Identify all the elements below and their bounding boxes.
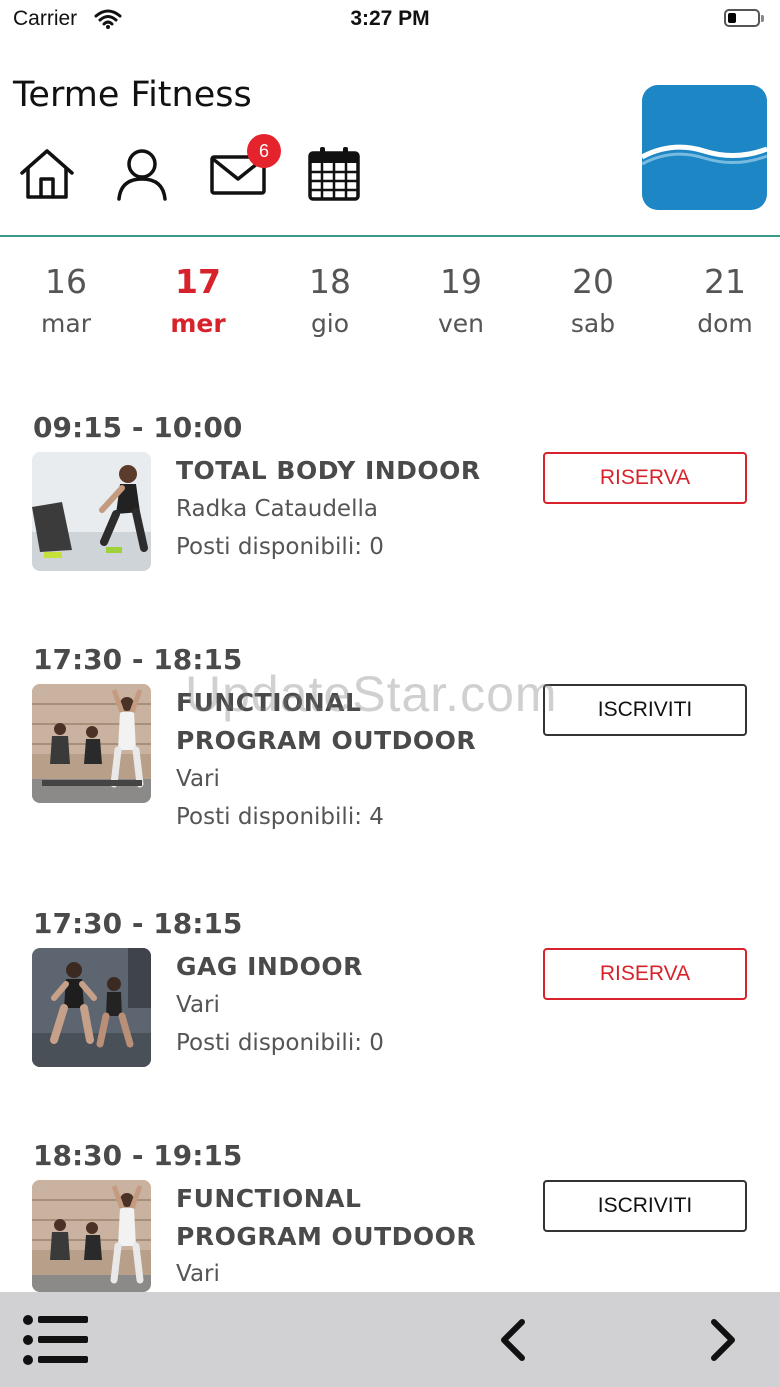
day-17-selected[interactable]: 17 mer (153, 262, 243, 338)
enroll-button[interactable]: ISCRIVITI (543, 684, 747, 736)
day-number: 21 (704, 262, 746, 301)
watermark: UpdateStar.com (185, 666, 558, 722)
class-title: FUNCTIONAL PROGRAM OUTDOOR (176, 1184, 477, 1251)
instructor: Vari (176, 1261, 220, 1287)
day-name: mar (41, 309, 91, 338)
enroll-button[interactable]: ISCRIVITI (543, 1180, 747, 1232)
class-time: 18:30 - 19:15 (33, 1139, 243, 1172)
day-18[interactable]: 18 gio (285, 262, 375, 338)
mail-badge: 6 (247, 134, 281, 168)
chevron-right-icon[interactable] (708, 1318, 740, 1366)
day-number: 19 (440, 262, 482, 301)
day-21[interactable]: 21 dom (680, 262, 770, 338)
availability: Posti disponibili: 0 (176, 1030, 384, 1056)
header-divider (0, 235, 780, 237)
class-photo (32, 684, 151, 803)
bottom-toolbar (0, 1292, 780, 1387)
app-title: Terme Fitness (13, 75, 252, 115)
class-photo (32, 1180, 151, 1292)
day-number: 17 (175, 262, 221, 301)
calendar-icon[interactable] (304, 146, 364, 202)
class-time: 17:30 - 18:15 (33, 907, 243, 940)
reserve-button[interactable]: RISERVA (543, 948, 747, 1000)
chevron-left-icon[interactable] (496, 1318, 528, 1366)
status-bar: Carrier 3:27 PM (0, 0, 780, 40)
instructor: Radka Cataudella (176, 496, 378, 522)
clock: 3:27 PM (350, 7, 430, 30)
day-name: dom (697, 309, 753, 338)
brand-logo (642, 85, 767, 210)
battery-tip (761, 15, 764, 22)
day-name: mer (170, 309, 226, 338)
day-number: 18 (309, 262, 351, 301)
battery-icon (724, 9, 760, 27)
home-icon[interactable] (17, 146, 77, 202)
instructor: Vari (176, 766, 220, 792)
class-title: GAG INDOOR (176, 952, 363, 981)
class-photo (32, 452, 151, 571)
day-name: gio (310, 309, 350, 338)
class-time: 09:15 - 10:00 (33, 411, 243, 444)
instructor: Vari (176, 992, 220, 1018)
day-name: sab (570, 309, 616, 338)
day-name: ven (437, 309, 485, 338)
day-19[interactable]: 19 ven (416, 262, 506, 338)
day-number: 20 (572, 262, 614, 301)
day-20[interactable]: 20 sab (548, 262, 638, 338)
list-menu-icon[interactable] (22, 1312, 90, 1372)
day-16[interactable]: 16 mar (21, 262, 111, 338)
reserve-button[interactable]: RISERVA (543, 452, 747, 504)
availability: Posti disponibili: 0 (176, 534, 384, 560)
availability: Posti disponibili: 4 (176, 804, 384, 830)
day-number: 16 (45, 262, 87, 301)
profile-icon[interactable] (112, 146, 172, 202)
class-title: TOTAL BODY INDOOR (176, 456, 481, 485)
class-photo (32, 948, 151, 1067)
